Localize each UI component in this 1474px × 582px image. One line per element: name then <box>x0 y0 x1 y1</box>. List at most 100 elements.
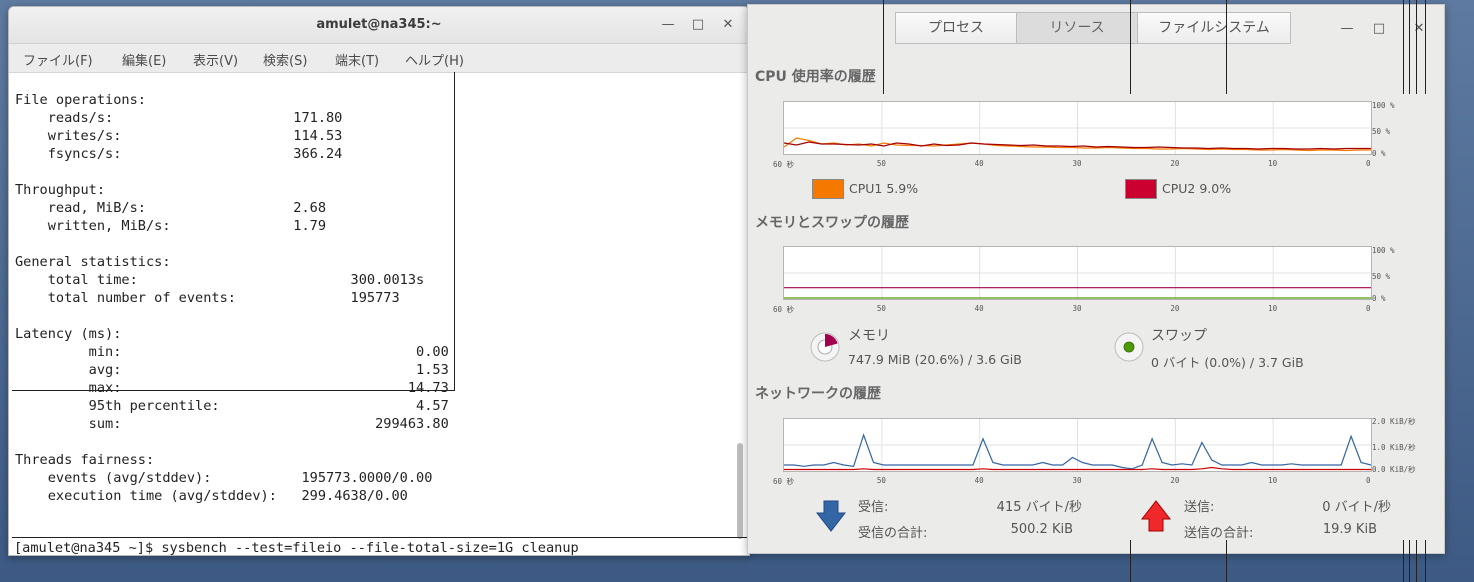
x-tick-label: 20 <box>1170 476 1180 485</box>
send-rate: 0 バイト/秒 <box>1322 500 1391 515</box>
render-artifact-line <box>1226 0 1227 94</box>
minimize-icon[interactable]: — <box>660 17 676 33</box>
system-monitor-window[interactable]: プロセス リソース ファイルシステム — □ ✕ CPU 使用率の履歴 100 … <box>747 4 1445 554</box>
maximize-icon[interactable]: □ <box>690 17 706 33</box>
network-y-label-1: 1.0 KiB/秒 <box>1372 443 1416 452</box>
send-total-label: 送信の合計: <box>1184 526 1254 541</box>
x-tick-label: 60 秒 <box>773 160 795 169</box>
render-artifact-line <box>883 0 884 94</box>
x-tick-label: 30 <box>1072 304 1082 313</box>
render-artifact-line <box>1416 540 1417 582</box>
render-artifact-line <box>1425 540 1426 582</box>
tab-processes[interactable]: プロセス <box>895 12 1017 44</box>
memory-pie-icon[interactable] <box>809 331 841 363</box>
render-artifact-line <box>1403 0 1404 94</box>
render-artifact-line <box>1130 540 1131 582</box>
render-artifact-line <box>1226 540 1227 582</box>
terminal-line: written, MiB/s: 1.79 <box>15 218 326 234</box>
cpu-y-label-50: 50 % <box>1372 127 1391 136</box>
x-tick-label: 40 <box>974 304 984 313</box>
x-tick-label: 50 <box>876 159 886 168</box>
cpu-y-label-100: 100 % <box>1372 101 1395 110</box>
terminal-line: File operations: <box>15 92 146 108</box>
cpu-y-label-0: 0 % <box>1372 149 1386 158</box>
memory-value: 747.9 MiB (20.6%) / 3.6 GiB <box>848 352 1022 367</box>
render-artifact-line <box>1425 0 1426 94</box>
x-tick-label: 50 <box>876 476 886 485</box>
render-artifact-line <box>12 390 455 391</box>
minimize-icon[interactable]: — <box>1339 21 1355 37</box>
swap-label: スワップ <box>1151 328 1207 344</box>
menu-search[interactable]: 検索(S) <box>263 50 307 69</box>
memory-history-title: メモリとスワップの履歴 <box>755 215 909 231</box>
receive-total-value: 500.2 KiB <box>1010 522 1073 537</box>
swap-value: 0 バイト (0.0%) / 3.7 GiB <box>1151 355 1304 370</box>
terminal-command-line[interactable]: [amulet@na345 ~]$ sysbench --test=fileio… <box>14 540 744 558</box>
terminal-line: execution time (avg/stddev): 299.4638/0.… <box>15 488 408 504</box>
tab-resources[interactable]: リソース <box>1016 12 1138 44</box>
receive-rate: 415 バイト/秒 <box>996 500 1082 515</box>
terminal-titlebar[interactable]: amulet@na345:~ — □ ✕ <box>9 7 749 44</box>
x-tick-label: 40 <box>974 159 984 168</box>
maximize-icon[interactable]: □ <box>1371 21 1387 37</box>
render-artifact-line <box>1409 540 1410 582</box>
cpu2-legend: CPU2 9.0% <box>1162 181 1231 196</box>
swap-pie-icon[interactable] <box>1113 331 1145 363</box>
menu-view[interactable]: 表示(V) <box>193 50 238 69</box>
menu-file[interactable]: ファイル(F) <box>23 50 93 69</box>
render-artifact-line <box>1403 540 1404 582</box>
menu-terminal[interactable]: 端末(T) <box>335 50 379 69</box>
cpu2-label: CPU2 <box>1162 181 1196 196</box>
x-tick-label: 10 <box>1268 304 1278 313</box>
x-tick-label: 20 <box>1170 159 1180 168</box>
terminal-line: Throughput: <box>15 182 106 198</box>
tab-filesystems[interactable]: ファイルシステム <box>1137 12 1291 44</box>
terminal-line: events (avg/stddev): 195773.0000/0.00 <box>15 470 433 486</box>
terminal-text: File operations: reads/s: 171.80 writes/… <box>15 73 741 505</box>
terminal-line: avg: 1.53 <box>15 362 449 378</box>
terminal-title: amulet@na345:~ <box>316 17 442 32</box>
close-icon[interactable]: ✕ <box>720 17 736 33</box>
x-tick-label: 20 <box>1170 304 1180 313</box>
memory-label: メモリ <box>848 328 890 344</box>
terminal-line: max: 14.73 <box>15 380 449 396</box>
menu-help[interactable]: ヘルプ(H) <box>405 50 464 69</box>
x-tick-label: 40 <box>974 476 984 485</box>
x-tick-label: 10 <box>1268 159 1278 168</box>
x-tick-label: 60 秒 <box>773 305 795 314</box>
receive-total-label: 受信の合計: <box>858 526 928 541</box>
terminal-line: 95th percentile: 4.57 <box>15 398 449 414</box>
terminal-line: Threads fairness: <box>15 452 155 468</box>
memory-graph-svg <box>784 247 1371 299</box>
terminal-line: reads/s: 171.80 <box>15 110 343 126</box>
x-tick-label: 0 <box>1366 304 1371 313</box>
cpu2-color-swatch[interactable] <box>1125 179 1157 199</box>
render-artifact-line <box>12 537 750 538</box>
cpu1-legend: CPU1 5.9% <box>849 181 918 196</box>
terminal-scrollbar[interactable] <box>737 443 743 539</box>
cpu1-value: 5.9% <box>886 181 919 196</box>
terminal-line: Latency (ms): <box>15 326 122 342</box>
receive-arrow-icon <box>816 500 846 532</box>
terminal-output[interactable]: File operations: reads/s: 171.80 writes/… <box>15 73 741 543</box>
render-artifact-line <box>1130 0 1131 94</box>
render-artifact-line <box>454 72 455 390</box>
send-arrow-icon <box>1140 500 1172 532</box>
terminal-line: fsyncs/s: 366.24 <box>15 146 343 162</box>
cpu1-color-swatch[interactable] <box>812 179 844 199</box>
memory-y-label-50: 50 % <box>1372 272 1391 281</box>
terminal-window[interactable]: amulet@na345:~ — □ ✕ ファイル(F) 編集(E) 表示(V)… <box>8 6 750 556</box>
x-tick-label: 30 <box>1072 476 1082 485</box>
cpu-graph-svg <box>783 102 1371 154</box>
receive-label: 受信: <box>858 500 889 515</box>
x-tick-label: 0 <box>1366 159 1371 168</box>
terminal-line: total time: 300.0013s <box>15 272 425 288</box>
x-tick-label: 0 <box>1366 476 1371 485</box>
send-total-value: 19.9 KiB <box>1322 522 1377 537</box>
menu-edit[interactable]: 編集(E) <box>122 50 166 69</box>
x-tick-label: 50 <box>876 304 886 313</box>
terminal-line: total number of events: 195773 <box>15 290 400 306</box>
terminal-line: read, MiB/s: 2.68 <box>15 200 326 216</box>
